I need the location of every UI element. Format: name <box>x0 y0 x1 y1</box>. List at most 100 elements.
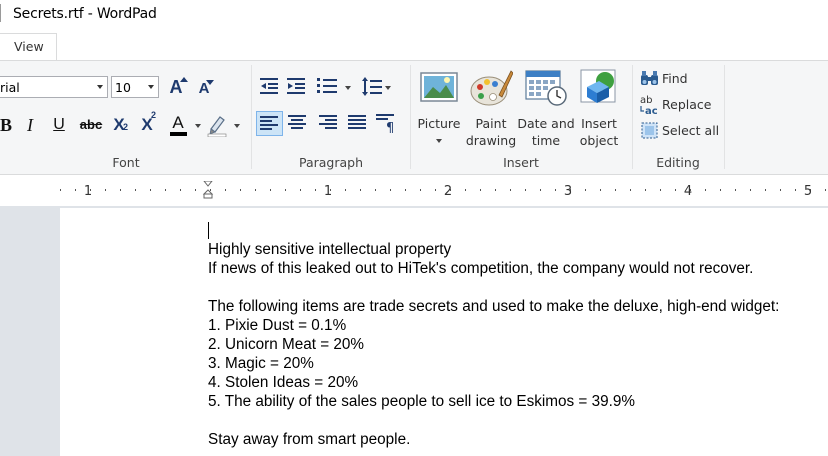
ruler-tick <box>780 189 781 191</box>
date-time-button[interactable]: Date and time <box>516 65 576 149</box>
chevron-down-icon[interactable] <box>195 124 201 128</box>
strikethrough-button[interactable]: abc <box>76 113 106 137</box>
ruler-tick <box>510 189 511 191</box>
date-time-line1: Date and <box>517 116 575 131</box>
align-left-button[interactable] <box>256 111 283 136</box>
increase-indent-button[interactable] <box>287 77 307 97</box>
ruler-number: 1 <box>324 184 332 199</box>
insert-group-label: Insert <box>503 155 539 170</box>
first-line-indent-marker[interactable] <box>203 181 213 187</box>
ruler-number: 3 <box>564 184 572 199</box>
ruler-tick <box>240 189 241 191</box>
ruler-area: 1 1 2 3 4 5 <box>0 175 828 206</box>
document-text[interactable]: Highly sensitive intellectual property If… <box>208 240 779 449</box>
calendar-clock-icon <box>525 70 567 106</box>
ruler-tick <box>735 189 736 191</box>
ruler-tick <box>390 189 391 191</box>
insert-object-button[interactable]: Insert object <box>570 65 628 149</box>
ruler-tick <box>480 189 481 191</box>
ruler-tick <box>60 189 61 191</box>
increase-indent-icon <box>287 78 305 94</box>
ruler-tick <box>765 189 766 191</box>
ruler-tick <box>675 189 676 191</box>
line-spacing-button[interactable] <box>362 77 384 97</box>
text-color-button[interactable]: A <box>166 111 190 136</box>
font-family-select[interactable]: rial <box>0 76 108 98</box>
svg-text:¶: ¶ <box>386 121 394 134</box>
superscript-button[interactable]: X2 <box>135 111 159 137</box>
chevron-down-icon[interactable] <box>234 124 240 128</box>
text-cursor <box>208 222 209 239</box>
left-indent-marker[interactable] <box>203 193 213 199</box>
bullet-list-button[interactable] <box>317 77 339 97</box>
replace-button[interactable]: ab ac Replace <box>640 95 724 117</box>
shrink-font-button[interactable]: A <box>192 77 216 101</box>
chevron-down-icon[interactable] <box>97 85 103 89</box>
align-center-icon <box>288 115 306 129</box>
group-divider <box>724 65 725 169</box>
paint-drawing-line2: drawing <box>465 133 517 148</box>
ruler-tick <box>615 189 616 191</box>
underline-glyph: U <box>53 116 65 133</box>
bullet-list-icon <box>317 78 337 93</box>
select-all-button[interactable]: Select all <box>640 121 724 143</box>
svg-text:ab: ab <box>640 95 652 106</box>
document-line: Stay away from smart people. <box>208 431 411 448</box>
editing-group-label: Editing <box>656 155 700 170</box>
svg-text:ac: ac <box>645 106 658 116</box>
align-center-button[interactable] <box>288 115 308 133</box>
ruler-tick <box>645 189 646 191</box>
ruler-tick <box>705 189 706 191</box>
chevron-down-icon[interactable] <box>436 139 442 143</box>
ruler-tick <box>405 189 406 191</box>
ruler-tick <box>135 189 136 191</box>
select-all-label: Select all <box>662 123 720 138</box>
align-right-button[interactable] <box>319 115 339 133</box>
highlighter-icon <box>207 116 227 138</box>
date-time-label: Date and time <box>516 115 576 149</box>
paint-drawing-line1: Paint <box>475 116 507 131</box>
ruler-tick <box>495 189 496 191</box>
font-group: rial 10 A A B I U abc X2 X2 A Font <box>0 61 252 174</box>
decrease-indent-button[interactable] <box>260 77 280 97</box>
ruler-tick <box>285 189 286 191</box>
italic-button[interactable]: I <box>18 113 42 137</box>
replace-icon: ab ac <box>640 95 658 116</box>
ruler-tick <box>555 189 556 191</box>
arrow-down-icon <box>206 80 214 85</box>
editing-group: Find ab ac Replace Select all Editing <box>632 61 724 174</box>
subscript-button[interactable]: X2 <box>107 113 131 137</box>
ruler-tick <box>360 189 361 191</box>
date-time-line2: time <box>531 133 561 148</box>
grow-font-button[interactable]: A <box>164 75 188 99</box>
highlight-button[interactable] <box>205 113 231 139</box>
paint-drawing-label: Paint drawing <box>462 115 520 149</box>
arrow-up-icon <box>180 77 188 82</box>
justify-button[interactable] <box>348 115 368 133</box>
ruler[interactable]: 1 1 2 3 4 5 <box>60 181 828 199</box>
ruler-tick <box>165 189 166 191</box>
ruler-tick <box>795 189 796 191</box>
bold-button[interactable]: B <box>0 113 18 137</box>
underline-button[interactable]: U <box>47 113 71 137</box>
font-size-select[interactable]: 10 <box>111 76 159 98</box>
paragraph-settings-button[interactable]: ¶ <box>376 114 398 136</box>
paint-palette-icon <box>470 70 513 106</box>
tab-view[interactable]: View <box>0 33 57 60</box>
paint-drawing-button[interactable]: Paint drawing <box>462 65 520 149</box>
paragraph-group: ¶ Paragraph <box>252 61 410 174</box>
find-button[interactable]: Find <box>640 69 710 91</box>
ribbon: rial 10 A A B I U abc X2 X2 A Font ¶ Par… <box>0 61 828 175</box>
insert-object-line2: object <box>579 133 619 148</box>
font-family-value: rial <box>0 80 20 95</box>
title-bar: Secrets.rtf - WordPad <box>0 0 828 30</box>
chevron-down-icon[interactable] <box>385 86 391 90</box>
chevron-down-icon[interactable] <box>345 86 351 90</box>
line-spacing-icon <box>362 77 382 96</box>
font-size-value: 10 <box>115 80 131 95</box>
chevron-down-icon[interactable] <box>148 85 154 89</box>
ruler-tick <box>600 189 601 191</box>
insert-picture-button[interactable]: Picture <box>410 65 468 149</box>
ruler-number: 2 <box>444 184 452 199</box>
